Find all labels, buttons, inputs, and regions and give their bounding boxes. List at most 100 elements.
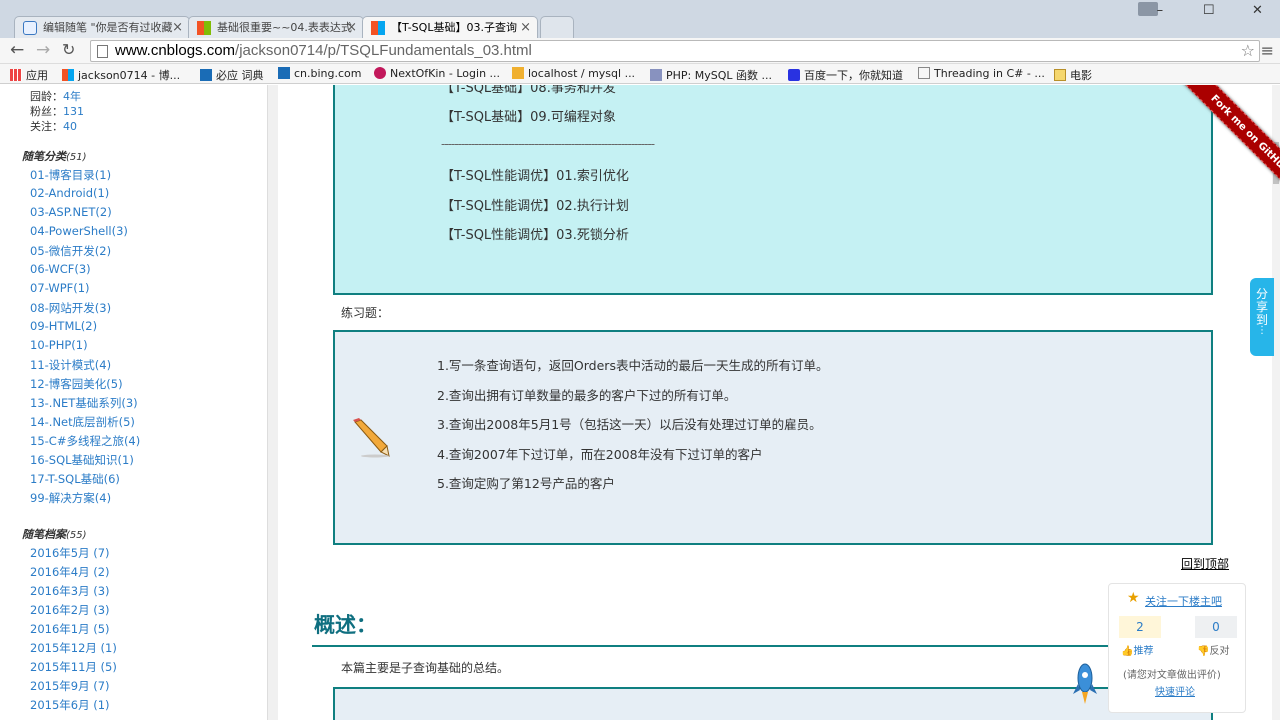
toc-link[interactable]: 【T-SQL基础】09.可编程对象 bbox=[441, 106, 616, 125]
fork-ribbon[interactable]: Fork me on GitHub bbox=[1150, 85, 1280, 215]
tab-tsql-subquery[interactable]: 【T-SQL基础】03.子查询 × bbox=[362, 16, 538, 39]
bookmark-php-mysql[interactable]: PHP: MySQL 函数 ... bbox=[650, 67, 772, 83]
nextofkin-icon bbox=[374, 67, 386, 79]
new-tab-button[interactable] bbox=[540, 16, 574, 38]
minimize-button[interactable]: – bbox=[1137, 0, 1182, 24]
category-link[interactable]: 12-博客园美化(5) bbox=[30, 376, 123, 392]
bookmark-nextofkin[interactable]: NextOfKin - Login ... bbox=[374, 67, 500, 80]
star-icon: ★ bbox=[1127, 590, 1140, 606]
phpmyadmin-icon bbox=[512, 67, 524, 79]
follow-author-link[interactable]: 关注一下楼主吧 bbox=[1145, 593, 1222, 609]
toc-link[interactable]: 【T-SQL性能调优】03.死锁分析 bbox=[441, 224, 629, 243]
category-link[interactable]: 99-解决方案(4) bbox=[30, 490, 111, 506]
bookmark-label: PHP: MySQL 函数 ... bbox=[666, 69, 772, 82]
category-link[interactable]: 17-T-SQL基础(6) bbox=[30, 471, 120, 487]
url-host: www.cnblogs.com bbox=[115, 42, 236, 59]
back-to-top-link[interactable]: 回到顶部 bbox=[1181, 555, 1229, 572]
close-window-button[interactable]: ✕ bbox=[1235, 0, 1280, 24]
back-arrow-icon[interactable]: ← bbox=[10, 40, 24, 60]
category-link[interactable]: 11-设计模式(4) bbox=[30, 357, 111, 373]
bookmark-movies[interactable]: 电影 bbox=[1054, 67, 1092, 83]
maximize-button[interactable]: ☐ bbox=[1186, 0, 1231, 24]
category-link[interactable]: 02-Android(1) bbox=[30, 186, 109, 200]
url-text[interactable]: www.cnblogs.com/jackson0714/p/TSQLFundam… bbox=[115, 42, 532, 59]
category-link[interactable]: 10-PHP(1) bbox=[30, 338, 88, 352]
folder-icon bbox=[1054, 69, 1066, 81]
bookmark-apps[interactable]: 应用 bbox=[10, 67, 48, 83]
toc-link[interactable]: 【T-SQL性能调优】02.执行计划 bbox=[441, 195, 629, 214]
category-link[interactable]: 04-PowerShell(3) bbox=[30, 224, 128, 238]
bury-label-text: 反对 bbox=[1209, 646, 1230, 657]
heading-divider bbox=[312, 645, 1212, 647]
bookmark-baidu[interactable]: 百度一下，你就知道 bbox=[788, 67, 903, 83]
bookmark-phpmyadmin[interactable]: localhost / mysql ... bbox=[512, 67, 635, 80]
archives-count: (55) bbox=[66, 530, 87, 541]
digg-label[interactable]: 👍推荐 bbox=[1121, 642, 1153, 657]
toc-link[interactable]: 【T-SQL性能调优】01.索引优化 bbox=[441, 165, 629, 184]
more-dots-icon: ⋮ bbox=[1257, 325, 1267, 336]
close-tab-icon[interactable]: × bbox=[520, 17, 531, 38]
bury-button[interactable]: 0 bbox=[1195, 616, 1237, 638]
archive-link[interactable]: 2015年9月 (7) bbox=[30, 678, 110, 694]
category-link[interactable]: 16-SQL基础知识(1) bbox=[30, 452, 134, 468]
archive-link[interactable]: 2015年6月 (1) bbox=[30, 697, 110, 713]
category-link[interactable]: 13-.NET基础系列(3) bbox=[30, 395, 138, 411]
tab-edit-post[interactable]: 编辑随笔 "你是否有过收藏 × bbox=[14, 16, 190, 38]
archive-link[interactable]: 2016年5月 (7) bbox=[30, 545, 110, 561]
windows-favicon-icon bbox=[197, 21, 211, 35]
section-heading: 概述： bbox=[314, 612, 377, 637]
categories-count: (51) bbox=[66, 152, 87, 163]
bing-icon bbox=[200, 69, 212, 81]
bury-label[interactable]: 👎反对 bbox=[1197, 642, 1229, 657]
stat-value[interactable]: 40 bbox=[63, 120, 77, 133]
exercise-question: 4.查询2007年下过订单，而在2008年没有下过订单的客户 bbox=[437, 447, 763, 462]
archives-title-text: 随笔档案 bbox=[22, 528, 66, 541]
tab-title: 基础很重要~~04.表表达式 bbox=[217, 21, 352, 34]
category-link[interactable]: 01-博客目录(1) bbox=[30, 167, 111, 183]
stat-age: 园龄：4年 bbox=[30, 88, 81, 104]
category-link[interactable]: 03-ASP.NET(2) bbox=[30, 205, 112, 219]
archive-link[interactable]: 2015年11月 (5) bbox=[30, 659, 117, 675]
category-link[interactable]: 15-C#多线程之旅(4) bbox=[30, 433, 140, 449]
address-bar[interactable]: www.cnblogs.com/jackson0714/p/TSQLFundam… bbox=[90, 40, 1260, 62]
digg-button[interactable]: 2 bbox=[1119, 616, 1161, 638]
quick-comment-link[interactable]: 快速评论 bbox=[1155, 683, 1195, 698]
forward-arrow-icon[interactable]: → bbox=[36, 40, 50, 60]
bookmark-bing[interactable]: cn.bing.com bbox=[278, 67, 362, 80]
archive-link[interactable]: 2015年12月 (1) bbox=[30, 640, 117, 656]
tab-basics[interactable]: 基础很重要~~04.表表达式 × bbox=[188, 16, 364, 38]
bookmark-bing-dict[interactable]: 必应 词典 bbox=[200, 67, 264, 83]
stat-fans: 粉丝：131 bbox=[30, 103, 84, 119]
menu-icon[interactable]: ≡ bbox=[1261, 41, 1274, 60]
close-tab-icon[interactable]: × bbox=[172, 17, 183, 38]
bookmark-star-icon[interactable]: ☆ bbox=[1241, 41, 1255, 60]
rocket-icon[interactable] bbox=[1072, 660, 1098, 708]
category-link[interactable]: 08-网站开发(3) bbox=[30, 300, 111, 316]
archive-link[interactable]: 2016年2月 (3) bbox=[30, 602, 110, 618]
stat-value[interactable]: 4年 bbox=[63, 90, 81, 103]
archive-link[interactable]: 2016年4月 (2) bbox=[30, 564, 110, 580]
bookmark-label: 必应 词典 bbox=[216, 69, 264, 82]
stat-follow: 关注：40 bbox=[30, 118, 77, 134]
bookmark-label: Threading in C# - ... bbox=[934, 67, 1045, 80]
archive-link[interactable]: 2016年1月 (5) bbox=[30, 621, 110, 637]
stat-value[interactable]: 131 bbox=[63, 105, 84, 118]
close-tab-icon[interactable]: × bbox=[346, 17, 357, 38]
category-link[interactable]: 07-WPF(1) bbox=[30, 281, 90, 295]
bookmark-jackson[interactable]: jackson0714 - 博... bbox=[62, 67, 180, 83]
share-tab[interactable]: 分享到 ⋮ bbox=[1250, 278, 1274, 356]
baidu-paw-icon bbox=[788, 69, 800, 81]
archive-link[interactable]: 2016年3月 (3) bbox=[30, 583, 110, 599]
reload-icon[interactable]: ↻ bbox=[62, 40, 75, 59]
tab-title: 【T-SQL基础】03.子查询 bbox=[391, 21, 517, 34]
windows-favicon-icon bbox=[371, 21, 385, 35]
exercise-question: 3.查询出2008年5月1号（包括这一天）以后没有处理过订单的雇员。 bbox=[437, 417, 822, 432]
page-icon bbox=[918, 67, 930, 79]
category-link[interactable]: 09-HTML(2) bbox=[30, 319, 97, 333]
toc-link[interactable]: 【T-SQL基础】08.事务和并发 bbox=[441, 85, 616, 96]
fork-ribbon-text[interactable]: Fork me on GitHub bbox=[1178, 85, 1280, 206]
category-link[interactable]: 14-.Net底层剖析(5) bbox=[30, 414, 135, 430]
category-link[interactable]: 05-微信开发(2) bbox=[30, 243, 111, 259]
bookmark-threading[interactable]: Threading in C# - ... bbox=[918, 67, 1045, 80]
category-link[interactable]: 06-WCF(3) bbox=[30, 262, 91, 276]
